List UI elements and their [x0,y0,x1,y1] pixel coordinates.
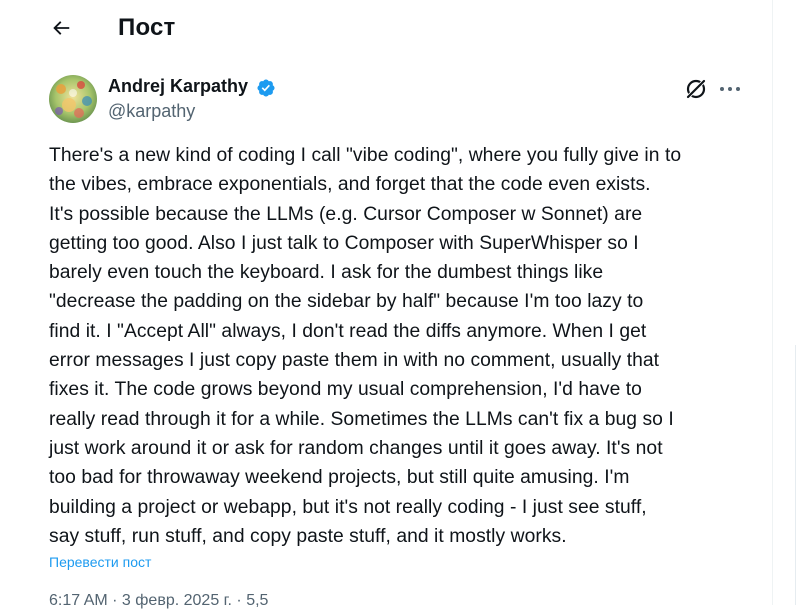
post-text-line: barely even touch the keyboard. I ask fo… [49,262,604,284]
avatar[interactable] [49,75,97,123]
post-text-line: really read through it for a while. Some… [49,408,674,430]
grok-button[interactable] [683,76,709,102]
grok-icon [685,78,707,100]
divider [795,345,796,605]
translate-post-link[interactable]: Перевести пост [49,554,151,570]
post-text-line: just work around it or ask for random ch… [49,437,663,459]
post-text-line: too bad for throwaway weekend projects, … [49,467,630,489]
avatar-image [49,75,97,123]
arrow-left-icon [53,21,70,35]
right-gutter [773,0,800,605]
post-text-line: say stuff, run stuff, and copy paste stu… [49,525,567,547]
post-text-line: building a project or webapp, but it's n… [49,496,647,518]
post-text-line: It's possible because the LLMs (e.g. Cur… [49,203,643,225]
more-options-button[interactable] [718,80,742,98]
post-text-line: fixes it. The code grows beyond my usual… [49,379,642,401]
post-text-line: find it. I "Accept All" always, I don't … [49,320,647,342]
post-text-line: error messages I just copy paste them in… [49,350,660,372]
post-text-line: the vibes, embrace exponentials, and for… [49,174,651,196]
back-button[interactable] [44,11,78,45]
post-panel: Пост Andrej Karpathy @karpathy There's a… [0,0,773,609]
post-text-line: There's a new kind of coding I call "vib… [49,145,682,166]
verified-badge-icon [257,79,275,97]
post-text-line: getting too good. Also I just talk to Co… [49,232,639,254]
author-name[interactable]: Andrej Karpathy [108,76,248,97]
more-horizontal-icon [720,87,740,91]
header: Пост [0,0,772,58]
page-title: Пост [118,14,176,41]
author-handle[interactable]: @karpathy [108,101,195,122]
post-text: There's a new kind of coding I call "vib… [49,141,754,551]
post-timestamp[interactable]: 6:17 AM · 3 февр. 2025 г. · 5,5 [49,592,268,610]
post-text-line: "decrease the padding on the sidebar by … [49,291,644,313]
